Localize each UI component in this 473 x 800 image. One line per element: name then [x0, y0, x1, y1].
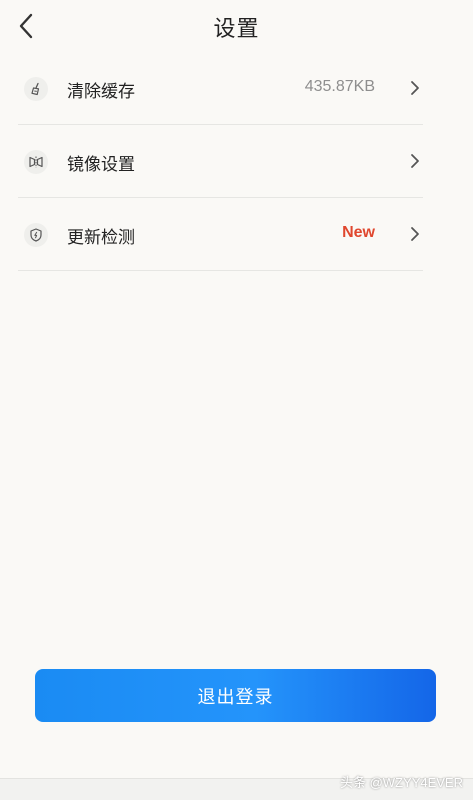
chevron-right-icon: [407, 78, 423, 98]
logout-label: 退出登录: [197, 686, 274, 708]
mirror-settings-row[interactable]: 镜像设置: [18, 125, 423, 198]
chevron-right-icon: [407, 224, 423, 244]
shield-icon: [24, 223, 48, 247]
cache-size-value: 435.87KB: [304, 78, 375, 95]
watermark-text: 头条 @WZYY4EVER: [340, 775, 463, 790]
page-title: 设置: [213, 17, 260, 42]
mirror-icon: [24, 150, 48, 174]
broom-icon: [24, 77, 48, 101]
update-check-label: 更新检测: [67, 228, 135, 248]
top-bar: 设置: [0, 0, 473, 52]
settings-list: 清除缓存 435.87KB 镜像设置 更新检测 New: [18, 52, 423, 271]
update-check-row[interactable]: 更新检测 New: [18, 198, 423, 271]
new-badge: New: [342, 224, 375, 241]
mirror-settings-label: 镜像设置: [67, 155, 135, 175]
chevron-right-icon: [407, 151, 423, 171]
clear-cache-row[interactable]: 清除缓存 435.87KB: [18, 52, 423, 125]
clear-cache-label: 清除缓存: [67, 82, 135, 102]
logout-button[interactable]: 退出登录: [35, 669, 436, 722]
